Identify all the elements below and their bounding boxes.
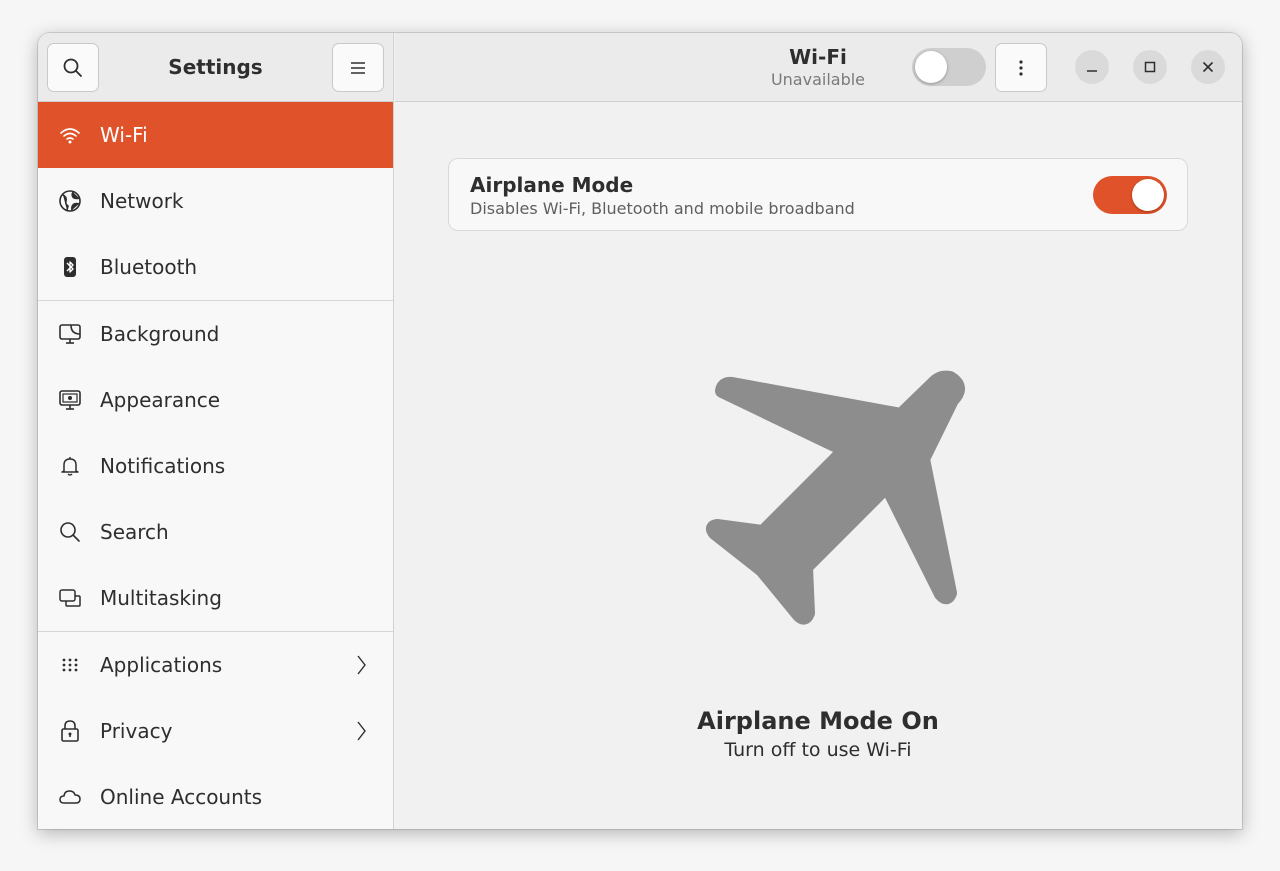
hamburger-icon [351, 61, 365, 74]
sidebar-item-label: Network [100, 189, 184, 213]
header-bar: Wi-Fi Unavailable [395, 33, 1242, 102]
wifi-icon [58, 123, 82, 147]
sidebar-item-applications[interactable]: Applications [38, 632, 393, 698]
lock-icon [58, 719, 82, 743]
more-options-button[interactable] [995, 43, 1047, 92]
sidebar-item-wifi[interactable]: Wi-Fi [38, 102, 393, 168]
chevron-right-icon [357, 721, 366, 741]
sidebar-item-label: Wi-Fi [100, 123, 148, 147]
globe-icon [58, 189, 82, 213]
chevron-right-icon [357, 655, 366, 675]
sidebar-item-label: Online Accounts [100, 785, 263, 809]
close-icon [1202, 61, 1214, 73]
minimize-button[interactable] [1075, 50, 1109, 84]
sidebar-item-label: Search [100, 520, 169, 544]
cloud-icon [58, 785, 82, 809]
sidebar-item-label: Multitasking [100, 586, 222, 610]
toggle-knob [915, 51, 947, 83]
sidebar-item-label: Notifications [100, 454, 226, 478]
wifi-toggle[interactable] [912, 48, 986, 86]
appearance-icon [58, 388, 82, 412]
airplane-mode-description: Disables Wi-Fi, Bluetooth and mobile bro… [470, 199, 855, 218]
page-title-group: Wi-Fi Unavailable [395, 45, 1241, 89]
bluetooth-icon [58, 255, 82, 279]
sidebar-item-appearance[interactable]: Appearance [38, 367, 393, 433]
sidebar-item-network[interactable]: Network [38, 168, 393, 234]
sidebar-item-label: Bluetooth [100, 255, 198, 279]
airplane-icon [705, 370, 965, 625]
sidebar-item-label: Appearance [100, 388, 221, 412]
settings-window: Settings Wi-Fi Network Bluetooth Backgro… [38, 33, 1242, 829]
sidebar-item-background[interactable]: Background [38, 301, 393, 367]
more-vertical-icon [1019, 59, 1023, 76]
sidebar-item-notifications[interactable]: Notifications [38, 433, 393, 499]
empty-state-subtitle: Turn off to use Wi-Fi [724, 739, 912, 761]
sidebar-item-privacy[interactable]: Privacy [38, 698, 393, 764]
airplane-mode-title: Airplane Mode [470, 173, 634, 197]
sidebar-item-search[interactable]: Search [38, 499, 393, 565]
airplane-mode-row: Airplane Mode Disables Wi-Fi, Bluetooth … [448, 158, 1188, 231]
main-content: Airplane Mode Disables Wi-Fi, Bluetooth … [395, 103, 1242, 829]
minimize-icon [1087, 70, 1097, 72]
empty-state-title: Airplane Mode On [697, 707, 939, 735]
sidebar-header: Settings [38, 33, 393, 102]
monitor-icon [58, 322, 82, 346]
airplane-mode-toggle[interactable] [1093, 176, 1167, 214]
search-icon [58, 520, 82, 544]
page-subtitle: Unavailable [770, 70, 866, 89]
sidebar-item-online-accounts[interactable]: Online Accounts [38, 764, 393, 829]
sidebar-item-bluetooth[interactable]: Bluetooth [38, 234, 393, 300]
sidebar-item-multitasking[interactable]: Multitasking [38, 565, 393, 631]
grid-icon [58, 653, 82, 677]
menu-button[interactable] [332, 43, 384, 92]
sidebar-item-label: Applications [100, 653, 223, 677]
maximize-button[interactable] [1133, 50, 1167, 84]
multitasking-icon [58, 586, 82, 610]
sidebar: Settings Wi-Fi Network Bluetooth Backgro… [38, 33, 394, 829]
bell-icon [58, 454, 82, 478]
close-button[interactable] [1191, 50, 1225, 84]
sidebar-item-label: Background [100, 322, 220, 346]
sidebar-item-label: Privacy [100, 719, 173, 743]
toggle-knob [1132, 179, 1164, 211]
maximize-icon [1144, 61, 1156, 73]
page-title: Wi-Fi [789, 45, 847, 69]
